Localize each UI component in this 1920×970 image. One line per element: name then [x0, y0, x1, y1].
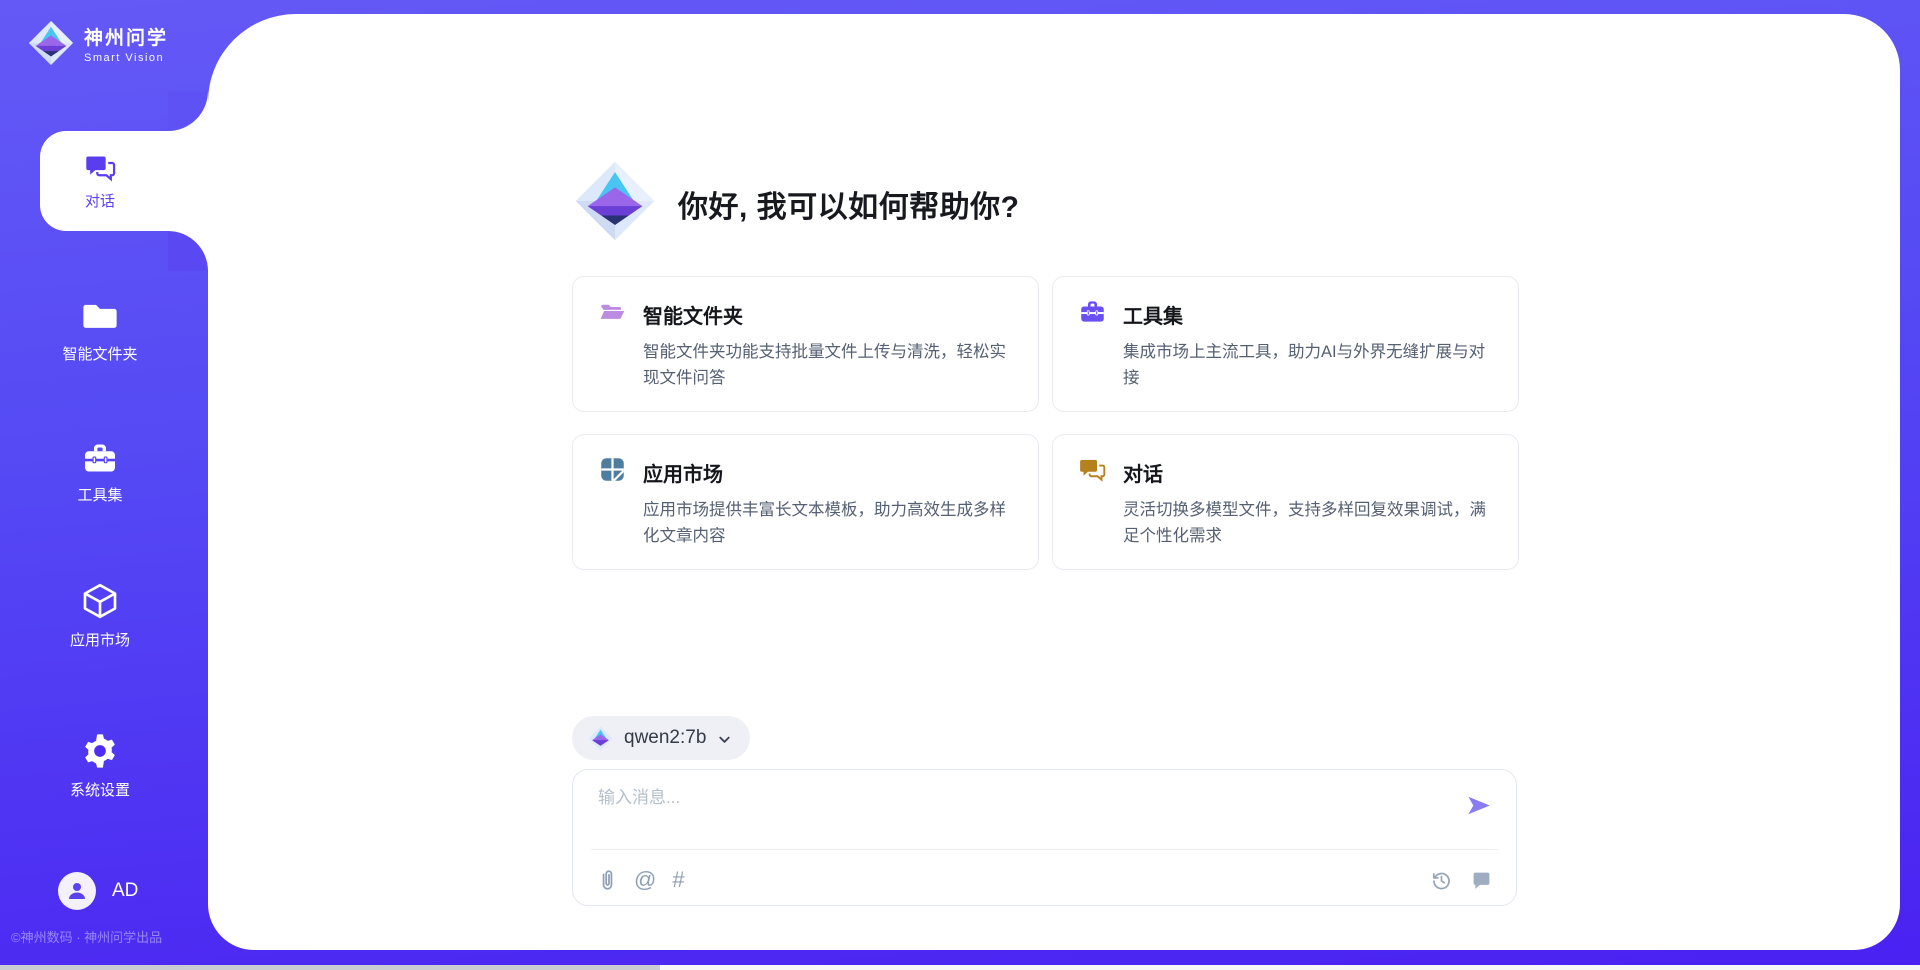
brand-name-en: Smart Vision [84, 52, 168, 64]
toolbox-icon [82, 440, 118, 476]
greeting-row: 你好, 我可以如何帮助你? [574, 160, 1020, 247]
card-desc: 智能文件夹功能支持批量文件上传与清洗，轻松实现文件问答 [643, 339, 1014, 391]
user-profile[interactable]: AD [58, 872, 138, 910]
card-desc: 集成市场上主流工具，助力AI与外界无缝扩展与对接 [1123, 339, 1494, 391]
avatar [58, 872, 96, 910]
model-selector[interactable]: qwen2:7b [572, 716, 750, 760]
open-folder-icon [599, 298, 626, 330]
card-desc: 灵活切换多模型文件，支持多样回复效果调试，满足个性化需求 [1123, 497, 1494, 549]
app-logo: 神州问学 Smart Vision [28, 20, 168, 66]
feature-cards: 智能文件夹 智能文件夹功能支持批量文件上传与清洗，轻松实现文件问答 [572, 276, 1519, 570]
gear-icon [80, 731, 120, 771]
history-icon[interactable] [1431, 870, 1452, 891]
main-content-panel: 你好, 我可以如何帮助你? 智能文件夹 智能文件夹功能支持批量文件上传与清洗，轻… [208, 14, 1900, 950]
composer-divider [591, 849, 1498, 850]
card-smart-folder[interactable]: 智能文件夹 智能文件夹功能支持批量文件上传与清洗，轻松实现文件问答 [572, 276, 1039, 412]
brand-diamond-icon [588, 726, 613, 751]
greeting-title: 你好, 我可以如何帮助你? [678, 182, 1020, 226]
card-toolset[interactable]: 工具集 集成市场上主流工具，助力AI与外界无缝扩展与对接 [1052, 276, 1519, 412]
sidebar-item-label: 应用市场 [70, 629, 130, 650]
chat-icon [85, 152, 116, 183]
card-app-market[interactable]: 应用市场 应用市场提供丰富长文本模板，助力高效生成多样化文章内容 [572, 434, 1039, 570]
brand-name-cn: 神州问学 [84, 23, 168, 50]
folder-icon [81, 297, 119, 335]
sidebar-item-chat[interactable]: 对话 [40, 131, 208, 231]
card-title: 智能文件夹 [643, 300, 743, 329]
sidebar-item-smart-folder[interactable]: 智能文件夹 [40, 297, 160, 364]
hash-icon[interactable]: # [672, 869, 684, 891]
horizontal-scrollbar[interactable] [0, 965, 1920, 970]
grid-icon [599, 456, 626, 488]
copyright-text: ©神州数码 · 神州问学出品 [11, 927, 211, 946]
paperclip-icon[interactable] [597, 868, 618, 892]
at-icon[interactable]: @ [634, 869, 656, 891]
message-input[interactable]: 输入消息... [598, 783, 680, 808]
sidebar-item-toolset[interactable]: 工具集 [40, 440, 160, 505]
card-chat[interactable]: 对话 灵活切换多模型文件，支持多样回复效果调试，满足个性化需求 [1052, 434, 1519, 570]
send-icon[interactable] [1465, 792, 1492, 824]
card-title: 应用市场 [643, 458, 723, 487]
sidebar-item-label: 工具集 [77, 484, 122, 505]
briefcase-icon [1079, 298, 1106, 330]
comment-icon[interactable] [1471, 870, 1492, 891]
model-name: qwen2:7b [624, 727, 706, 749]
sidebar-item-app-market[interactable]: 应用市场 [40, 581, 160, 650]
sidebar-item-label: 对话 [85, 190, 115, 211]
user-name: AD [112, 880, 138, 902]
sidebar-item-label: 系统设置 [70, 779, 130, 800]
card-title: 工具集 [1123, 300, 1183, 329]
chat-bubbles-icon [1079, 456, 1106, 488]
sidebar-item-settings[interactable]: 系统设置 [40, 731, 160, 800]
horizontal-scrollbar-thumb[interactable] [0, 965, 660, 970]
card-title: 对话 [1123, 458, 1163, 487]
brand-diamond-icon [28, 20, 74, 66]
brand-diamond-icon [574, 160, 656, 247]
chevron-down-icon [717, 732, 732, 747]
sidebar-item-label: 智能文件夹 [62, 343, 137, 364]
tab-curve-bottom [168, 231, 208, 271]
card-desc: 应用市场提供丰富长文本模板，助力高效生成多样化文章内容 [643, 497, 1014, 549]
cube-icon [80, 581, 120, 621]
tab-curve-top [168, 91, 208, 131]
message-composer[interactable]: 输入消息... @ # [572, 769, 1517, 906]
